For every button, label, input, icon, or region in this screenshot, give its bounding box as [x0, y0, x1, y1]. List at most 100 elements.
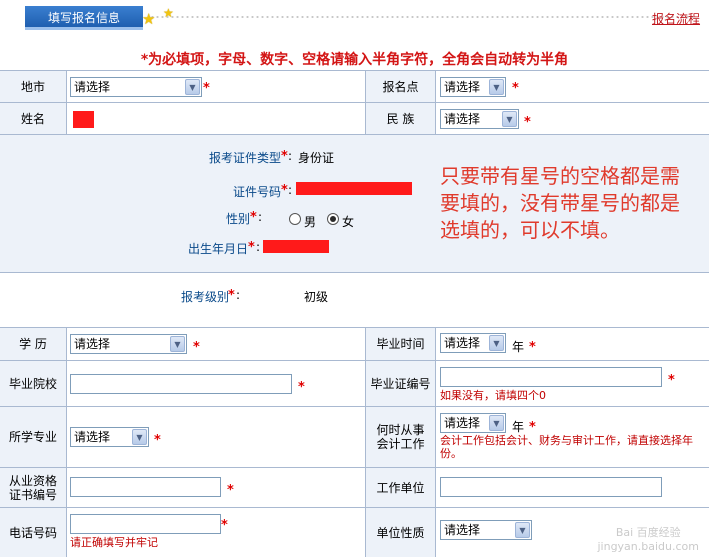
required-mark: * [203, 81, 210, 96]
dropdown-arrow-icon: ▼ [489, 335, 504, 351]
star-icon: ★ [142, 10, 156, 28]
unit-type-label: 单位性质 [366, 508, 435, 557]
registration-flow-link[interactable]: 报名流程 [652, 10, 700, 27]
qualification-label-line1: 从业资格 [8, 473, 57, 488]
school-label: 毕业院校 [0, 361, 66, 406]
required-mark: * [524, 115, 531, 130]
required-mark: * [281, 183, 288, 198]
required-mark: * [193, 340, 200, 355]
school-input[interactable] [70, 374, 292, 394]
dropdown-arrow-icon: ▼ [185, 79, 200, 95]
work-since-hint: 会计工作包括会计、财务与审计工作，请直接选择年份。 [440, 434, 693, 460]
gender-female-radio[interactable] [327, 213, 339, 225]
work-since-year-value: 请选择 [444, 416, 481, 430]
phone-label: 电话号码 [0, 508, 66, 557]
gender-male-radio[interactable] [289, 213, 301, 225]
major-select[interactable]: 请选择 ▼ [70, 427, 149, 447]
city-label: 地市 [0, 71, 66, 102]
row-school: 毕业院校 * 毕业证编号 * 如果没有，请填四个0 [0, 360, 709, 406]
level-label: 报考级别 [181, 290, 230, 304]
instruction-annotation: 只要带有星号的空格都是需要填的，没有带星号的都是选填的，可以不填。 [440, 164, 680, 242]
required-mark: * [228, 288, 235, 303]
dropdown-arrow-icon: ▼ [502, 111, 517, 127]
dotted-divider [150, 16, 695, 18]
phone-hint: 请正确填写并牢记 [70, 536, 158, 549]
education-select[interactable]: 请选择 ▼ [70, 334, 187, 354]
id-type-label: 报考证件类型 [209, 151, 282, 165]
dropdown-arrow-icon: ▼ [489, 79, 504, 95]
major-select-value: 请选择 [74, 430, 111, 444]
required-mark: * [668, 373, 675, 388]
employer-label: 工作单位 [366, 468, 435, 507]
redacted-id-number [296, 182, 412, 195]
city-select-value: 请选择 [74, 80, 111, 94]
site-select[interactable]: 请选择 ▼ [440, 77, 506, 97]
unit-type-select-value: 请选择 [444, 523, 481, 537]
graduation-year-value: 请选择 [444, 336, 481, 350]
ethnicity-label: 民 族 [366, 103, 435, 134]
name-label: 姓名 [0, 103, 66, 134]
required-mark: * [281, 149, 288, 164]
id-number-label: 证件号码 [233, 185, 282, 199]
row-name: 姓名 民 族 请选择 ▼ * [0, 102, 709, 134]
required-mark: * [512, 81, 519, 96]
row-major: 所学专业 请选择 ▼ * 何时从事 会计工作 请选择 ▼ 年 * 会计工作包括会… [0, 406, 709, 467]
tab-fill-registration[interactable]: 填写报名信息 [25, 6, 143, 30]
required-mark: * [298, 380, 305, 395]
education-select-value: 请选择 [74, 337, 111, 351]
star-icon: ★ [163, 6, 174, 20]
cert-number-input[interactable] [440, 367, 662, 387]
level-panel: 报考级别 * : 初级 [0, 272, 709, 327]
redacted-name [73, 111, 94, 128]
major-label: 所学专业 [0, 407, 66, 467]
dropdown-arrow-icon: ▼ [489, 415, 504, 431]
dropdown-arrow-icon: ▼ [515, 522, 530, 538]
required-mark: * [154, 433, 161, 448]
city-select[interactable]: 请选择 ▼ [70, 77, 202, 97]
dropdown-arrow-icon: ▼ [132, 429, 147, 445]
birth-date-label: 出生年月日 [188, 242, 249, 256]
phone-input[interactable] [70, 514, 221, 534]
work-since-label-line1: 何时从事 [376, 423, 425, 437]
watermark: Bai 百度经验 jingyan.baidu.com [597, 524, 699, 553]
row-education: 学 历 请选择 ▼ * 毕业时间 请选择 ▼ 年 * [0, 327, 709, 360]
year-unit: 年 [512, 420, 525, 434]
graduation-year-select[interactable]: 请选择 ▼ [440, 333, 506, 353]
site-label: 报名点 [366, 71, 435, 102]
work-since-year-select[interactable]: 请选择 ▼ [440, 413, 506, 433]
ethnicity-select[interactable]: 请选择 ▼ [440, 109, 519, 129]
qualification-label-line2: 证书编号 [8, 487, 57, 502]
required-mark: * [529, 420, 536, 435]
site-select-value: 请选择 [444, 80, 481, 94]
gender-female-label: 女 [342, 215, 355, 229]
cert-number-hint: 如果没有，请填四个0 [440, 389, 546, 402]
employer-input[interactable] [440, 477, 662, 497]
required-mark: * [227, 483, 234, 498]
required-mark: * [529, 340, 536, 355]
qualification-label: 从业资格 证书编号 [0, 468, 66, 507]
watermark-url: jingyan.baidu.com [597, 540, 699, 553]
row-city: 地市 请选择 ▼ * 报名点 请选择 ▼ * [0, 70, 709, 102]
required-notice: *为必填项，字母、数字、空格请输入半角字符，全角会自动转为半角 [140, 52, 569, 68]
gender-male-label: 男 [304, 215, 317, 229]
gender-label: 性别 [226, 212, 251, 226]
redacted-birth-date [263, 240, 329, 253]
watermark-logo-text: Bai 百度经验 [615, 526, 681, 539]
work-since-label-line2: 会计工作 [376, 437, 425, 451]
id-type-value: 身份证 [298, 151, 335, 165]
qualification-number-input[interactable] [70, 477, 221, 497]
education-label: 学 历 [0, 328, 66, 360]
dropdown-arrow-icon: ▼ [170, 336, 185, 352]
graduation-time-label: 毕业时间 [366, 328, 435, 360]
row-qualification: 从业资格 证书编号 * 工作单位 [0, 467, 709, 507]
required-mark: * [221, 518, 228, 533]
work-since-label: 何时从事 会计工作 [366, 407, 435, 467]
required-mark: * [250, 210, 257, 225]
year-unit: 年 [512, 340, 525, 354]
unit-type-select[interactable]: 请选择 ▼ [440, 520, 532, 540]
header: 填写报名信息 ★ ★ 报名流程 [0, 0, 709, 44]
cert-number-label: 毕业证编号 [366, 361, 435, 406]
ethnicity-select-value: 请选择 [444, 112, 481, 126]
required-mark: * [248, 240, 255, 255]
level-value: 初级 [304, 290, 329, 304]
